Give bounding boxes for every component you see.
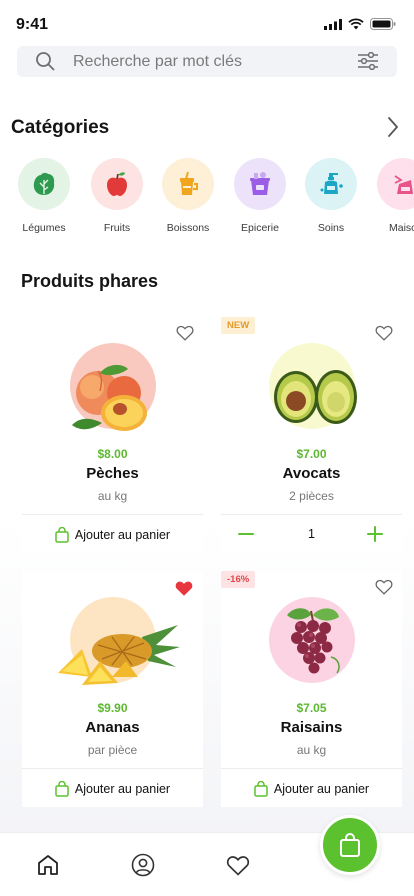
- category-label: Epicerie: [241, 222, 279, 234]
- shopping-bag-icon: [55, 780, 69, 797]
- product-unit: 2 pièces: [289, 489, 334, 503]
- category-label: Fruits: [103, 222, 131, 234]
- shopping-bag-icon: [55, 526, 69, 543]
- search-bar: [17, 46, 397, 77]
- apple-icon: [91, 158, 143, 210]
- cleaning-icon: [377, 158, 414, 210]
- category-item-boissons[interactable]: Boissons: [158, 158, 218, 234]
- category-item-epicerie[interactable]: Epicerie: [230, 158, 290, 234]
- status-icons: [324, 18, 396, 30]
- category-item-maison[interactable]: Maiso: [373, 158, 414, 234]
- add-to-cart-button[interactable]: Ajouter au panier: [22, 768, 203, 808]
- category-list: Légumes Fruits Boissons Epicerie Soins M…: [0, 158, 414, 242]
- product-name: Raisains: [280, 719, 343, 736]
- product-name: Ananas: [85, 719, 140, 736]
- favorites-icon[interactable]: [226, 855, 250, 876]
- signal-icon: [324, 18, 342, 30]
- product-price: $9.90: [97, 701, 128, 715]
- search-icon: [36, 52, 55, 71]
- add-to-cart-label: Ajouter au panier: [74, 527, 171, 542]
- lettuce-icon: [18, 158, 70, 210]
- category-item-fruits[interactable]: Fruits: [87, 158, 147, 234]
- profile-icon[interactable]: [131, 853, 155, 877]
- heart-filled-icon[interactable]: [174, 580, 194, 597]
- soap-bottle-icon: [305, 158, 357, 210]
- product-card[interactable]: NEW $7.00 Avocats 2 pièces 1: [221, 317, 402, 553]
- featured-title: Produits phares: [21, 271, 159, 291]
- product-unit: au kg: [296, 743, 327, 757]
- heart-outline-icon[interactable]: [176, 325, 194, 341]
- categories-title: Catégories: [11, 117, 110, 138]
- wifi-icon: [348, 18, 364, 30]
- grocery-bag-icon: [234, 158, 286, 210]
- product-price: $8.00: [97, 447, 128, 461]
- discount-badge: -16%: [221, 571, 256, 588]
- plus-icon[interactable]: [366, 525, 384, 543]
- avocado-image: [269, 343, 357, 429]
- cart-button[interactable]: [320, 815, 380, 875]
- product-name: Pèches: [86, 465, 139, 482]
- category-label: Boissons: [166, 222, 210, 234]
- shopping-bag-icon: [254, 780, 268, 797]
- category-item-soins[interactable]: Soins: [301, 158, 361, 234]
- product-card[interactable]: $9.90 Ananas par pièce Ajouter au panier: [22, 571, 203, 807]
- peach-image: [70, 343, 156, 431]
- category-label: Légumes: [22, 222, 66, 234]
- category-item-legumes[interactable]: Légumes: [14, 158, 74, 234]
- search-input[interactable]: [73, 49, 333, 75]
- product-name: Avocats: [282, 465, 341, 482]
- category-label: Maiso: [388, 222, 414, 234]
- new-badge: NEW: [221, 317, 256, 334]
- heart-outline-icon[interactable]: [375, 325, 393, 341]
- product-price: $7.00: [296, 447, 327, 461]
- filter-icon[interactable]: [357, 52, 379, 70]
- add-to-cart-button[interactable]: Ajouter au panier: [221, 768, 402, 808]
- status-bar: 9:41: [0, 0, 414, 44]
- heart-outline-icon[interactable]: [375, 579, 393, 595]
- product-unit: au kg: [97, 489, 128, 503]
- quantity-stepper: 1: [221, 514, 402, 554]
- grapes-image: [269, 597, 355, 683]
- status-time: 9:41: [16, 16, 49, 33]
- cart-icon: [340, 833, 360, 857]
- add-to-cart-label: Ajouter au panier: [273, 781, 370, 796]
- category-label: Soins: [317, 222, 345, 234]
- product-price: $7.05: [296, 701, 327, 715]
- drink-icon: [162, 158, 214, 210]
- home-icon[interactable]: [36, 853, 60, 877]
- chevron-right-icon[interactable]: [386, 116, 400, 138]
- product-card[interactable]: $8.00 Pèches au kg Ajouter au panier: [22, 317, 203, 553]
- product-card[interactable]: -16% $7.05 Raisains au kg Ajouter au pan…: [221, 571, 402, 807]
- add-to-cart-button[interactable]: Ajouter au panier: [22, 514, 203, 554]
- battery-icon: [370, 18, 396, 30]
- product-unit: par pièce: [87, 743, 138, 757]
- add-to-cart-label: Ajouter au panier: [74, 781, 171, 796]
- pineapple-image: [58, 597, 180, 685]
